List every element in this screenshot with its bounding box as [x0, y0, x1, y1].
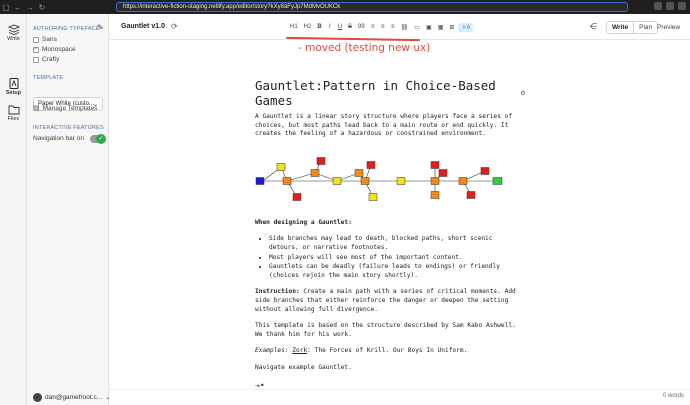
url-bar[interactable]: https://interactive-fiction-staging.netl… [116, 2, 628, 12]
tab-plan[interactable]: Plan [634, 22, 657, 33]
navigate-paragraph: Navigate example Gauntlet. [255, 363, 352, 371]
status-bar [109, 389, 690, 405]
examples-label: Examples: [255, 347, 289, 355]
navbar-label: Navigation bar on [33, 135, 84, 142]
typeface-option-monospace[interactable]: ✓ Monospace [33, 46, 76, 53]
link-icon[interactable]: ⛓ [399, 24, 411, 31]
align-center-button[interactable]: ≡ [379, 24, 387, 30]
underline-button[interactable]: U [336, 24, 344, 30]
align-right-button[interactable]: ≡ [389, 24, 397, 30]
reload-icon[interactable]: ↻ [36, 3, 48, 12]
typeface-label: Crafty [42, 56, 60, 63]
templates-icon: ▤ [33, 105, 40, 112]
setup-sidebar: AUTHORING TYPEFACE ✎ Sans ✓ Monospace Cr… [27, 14, 110, 405]
setup-icon [9, 78, 18, 89]
list-item: Gauntlets can be deadly (failure leads t… [269, 263, 525, 280]
rail-item-write[interactable]: Write [0, 24, 27, 42]
template-heading: TEMPLATE [33, 75, 64, 81]
user-email: dan@gamefroot.c... [45, 394, 103, 401]
annotation-note: - moved (testing new ux) [298, 42, 431, 54]
quote-button[interactable]: 99 [356, 24, 367, 30]
rail-item-label: Setup [5, 90, 22, 96]
extension-icon[interactable] [654, 2, 662, 10]
extension-icon[interactable] [678, 2, 686, 10]
document-title: Gauntlet:Pattern in Choice-Based Games ⚙ [255, 78, 525, 108]
list-item: Side branches may lead to death, blocked… [269, 235, 525, 252]
checkbox[interactable] [33, 56, 39, 63]
share-icon[interactable]: ⋲ [589, 22, 597, 31]
word-count: 0 words [662, 393, 684, 399]
typeface-heading: AUTHORING TYPEFACE [33, 26, 100, 32]
h2-button[interactable]: H2 [302, 24, 314, 30]
user-account[interactable]: dan@gamefroot.c... ⌄ [33, 393, 110, 402]
edit-icon[interactable]: ✎ [97, 23, 104, 32]
table-icon[interactable]: ▦ [436, 24, 446, 31]
rail-item-label: Write [7, 36, 20, 42]
forward-icon[interactable]: → [24, 3, 36, 12]
bold-button[interactable]: B [315, 24, 323, 30]
story-title: Gauntlet v1.0 [121, 23, 165, 30]
preview-button[interactable]: Preview [657, 24, 680, 31]
instruction-paragraph: Instruction: Create a main path with a s… [255, 288, 525, 314]
sidebar-toggle-icon[interactable]: ▢ [0, 3, 12, 12]
sync-icon[interactable]: ⟳ [171, 22, 178, 31]
checkbox-checked[interactable]: ✓ [33, 46, 39, 53]
examples-rest: : The Forces of Krill. Our Boys In Unifo… [307, 347, 468, 355]
avatar [33, 393, 42, 402]
designing-heading: When designing a Gauntlet: [255, 218, 352, 226]
title-text: Gauntlet:Pattern in Choice-Based Games [255, 78, 496, 108]
formatting-toolbar: H1 H2 B I U S 99 ≡ ≡ ≡ ⛓ ▭ ▣ ▦ ⊞ ✧A [285, 19, 476, 35]
instruction-label: Instruction: [255, 288, 300, 296]
editor-topbar: Gauntlet v1.0 ⟳ H1 H2 B I U S 99 ≡ ≡ ≡ ⛓… [109, 14, 690, 40]
grid-icon[interactable]: ⊞ [447, 24, 456, 31]
attribution-paragraph: This template is based on the structure … [255, 322, 516, 338]
features-heading: INTERACTIVE FEATURES [33, 125, 104, 131]
extension-icon[interactable] [666, 2, 674, 10]
folder-icon [8, 105, 19, 115]
image-icon[interactable]: ▣ [424, 24, 434, 31]
typeface-label: Sans [42, 36, 57, 43]
manage-templates-link[interactable]: ▤ Manage Templates [33, 104, 98, 113]
mode-switch: Write Plan [606, 21, 659, 34]
navbar-toggle[interactable]: ✓ [90, 134, 106, 144]
rail-item-files[interactable]: Files [0, 104, 27, 122]
back-icon[interactable]: ← [12, 3, 24, 12]
stack-icon [7, 24, 20, 35]
checkbox[interactable] [33, 36, 39, 43]
rail-item-label: Files [7, 116, 20, 122]
extension-icons [654, 2, 686, 10]
examples-paragraph: Examples: Zork: The Forces of Krill. Our… [255, 347, 525, 356]
italic-button[interactable]: I [326, 24, 334, 30]
align-left-button[interactable]: ≡ [369, 24, 377, 30]
document-body[interactable]: Gauntlet:Pattern in Choice-Based Games ⚙… [255, 78, 525, 390]
rail-item-setup[interactable]: Setup [0, 78, 27, 96]
typeface-option-sans[interactable]: Sans [33, 36, 57, 43]
manage-templates-label: Manage Templates [42, 104, 98, 112]
icon-rail: Write Setup Files [0, 14, 27, 405]
strike-button[interactable]: S [346, 24, 354, 30]
gear-icon[interactable]: ⚙ [521, 89, 525, 97]
browser-bar: ▢ ← → ↻ https://interactive-fiction-stag… [0, 0, 690, 14]
ai-assist-icon[interactable]: ✧A [458, 22, 474, 32]
zork-link[interactable]: Zork [292, 347, 307, 354]
gauntlet-diagram [255, 157, 503, 201]
intro-paragraph: A Gauntlet is a linear story structure w… [255, 113, 513, 138]
box-icon[interactable]: ▭ [412, 24, 422, 31]
list-item: Most players will see most of the import… [269, 254, 525, 263]
h1-button[interactable]: H1 [288, 24, 300, 30]
designing-list: Side branches may lead to death, blocked… [269, 235, 525, 280]
tab-write[interactable]: Write [607, 22, 635, 33]
check-icon: ✓ [96, 134, 106, 144]
typeface-option-crafty[interactable]: Crafty [33, 56, 59, 63]
typeface-label: Monospace [42, 46, 76, 53]
